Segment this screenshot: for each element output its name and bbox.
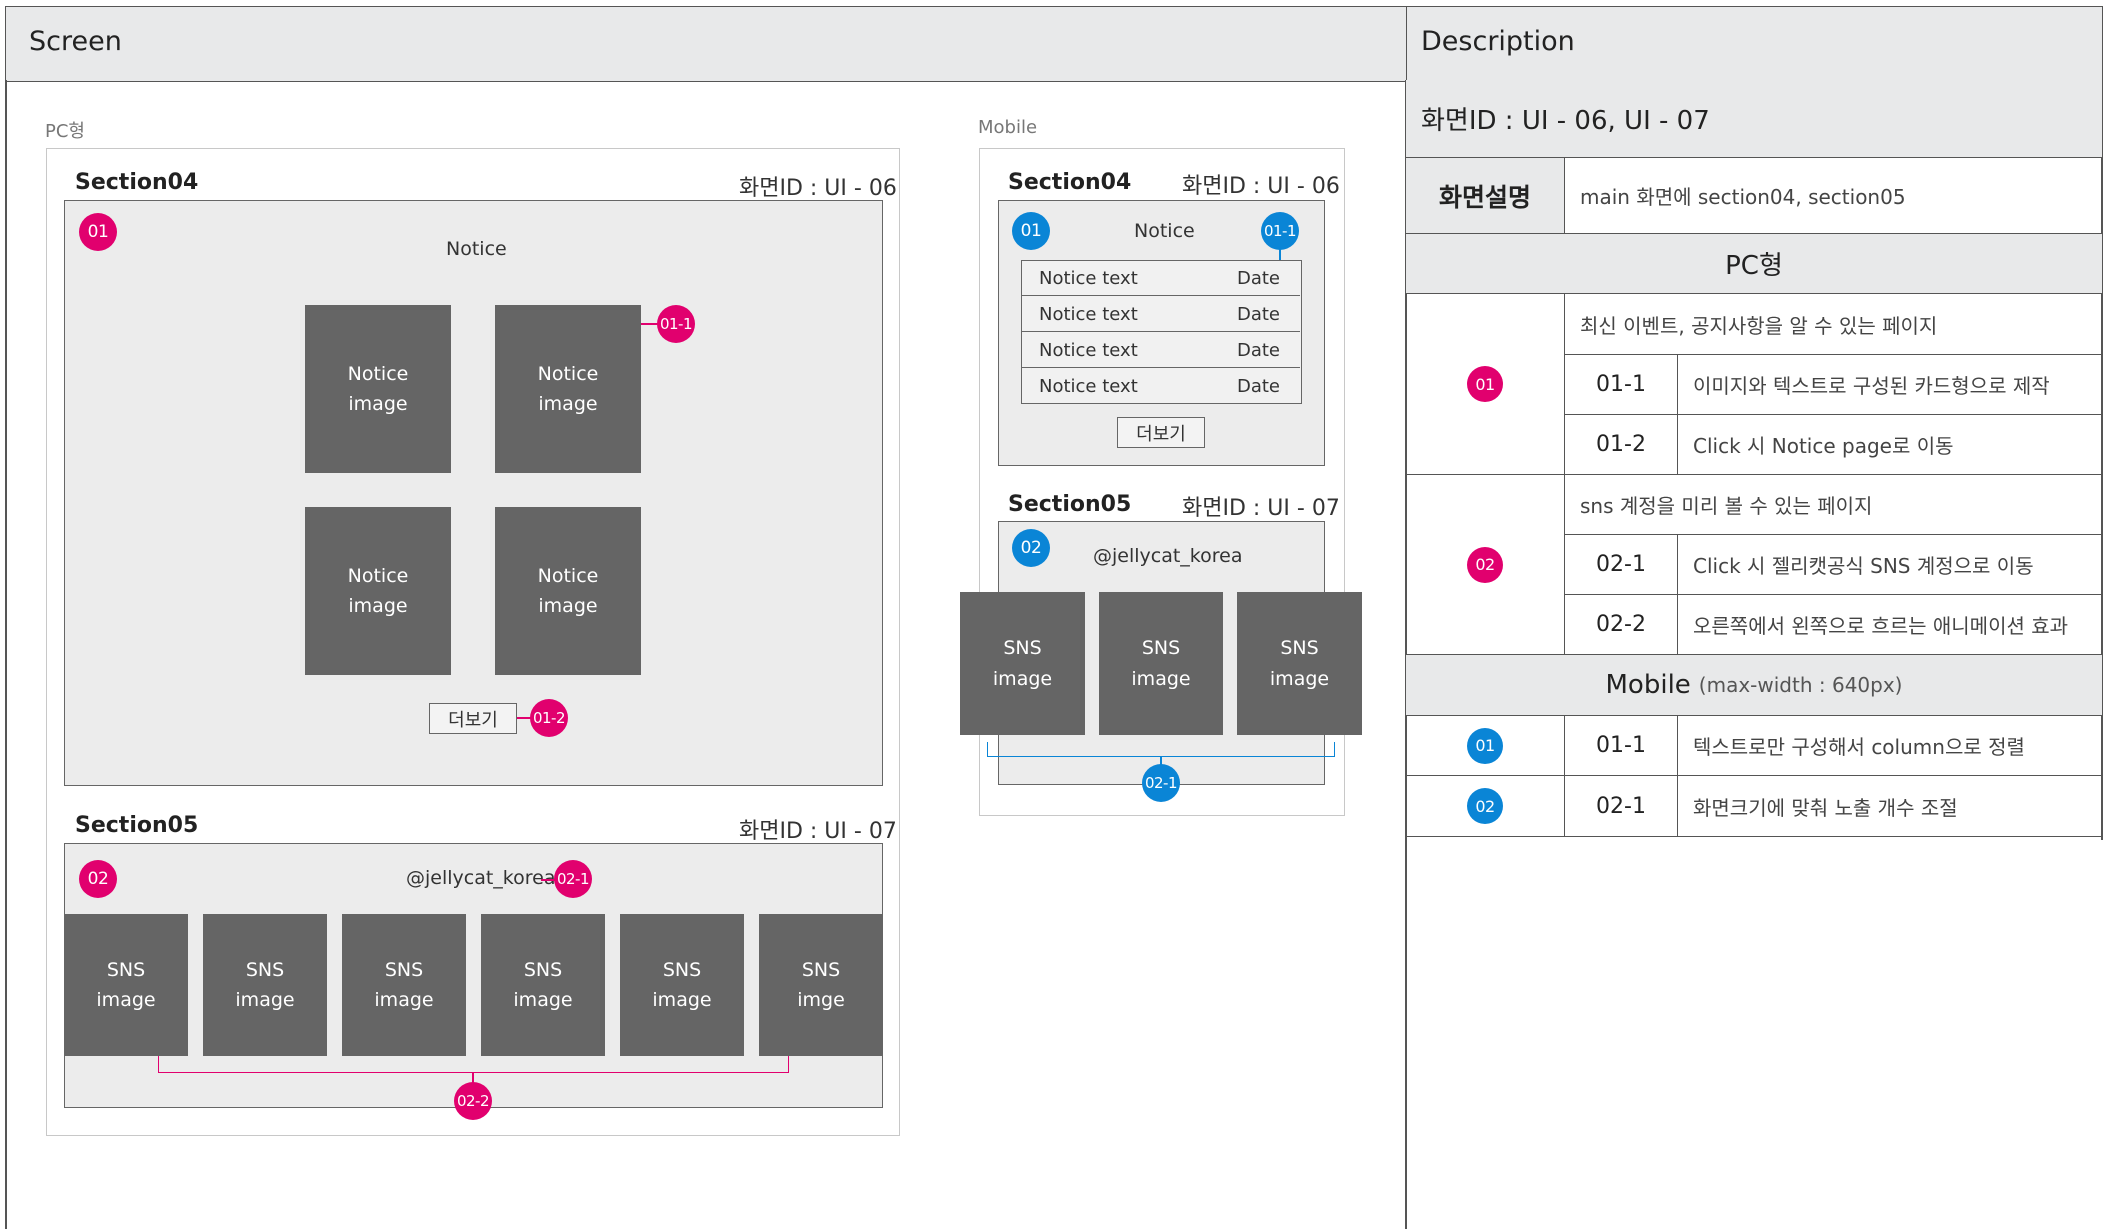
- desc-item-text: 텍스트로만 구성해서 column으로 정렬: [1678, 716, 2103, 776]
- mobile-notice-row[interactable]: Notice text Date: [1022, 333, 1300, 368]
- desc-item-id: 01-1: [1565, 355, 1678, 415]
- pc-sns-image[interactable]: SNS image: [620, 914, 744, 1056]
- frame-left: [5, 80, 7, 1229]
- mobile-sns-image[interactable]: SNS image: [1237, 592, 1362, 735]
- mobile-section04-title: Section04: [1008, 170, 1132, 195]
- mobile-section05-title: Section05: [1008, 492, 1132, 517]
- desc-badge-cell-02: 02: [1406, 475, 1565, 655]
- pc-sns-image[interactable]: SNS image: [481, 914, 605, 1056]
- pc-section04-title: Section04: [75, 170, 199, 195]
- pc-notice-title: Notice: [446, 238, 507, 260]
- description-header-label: Description: [1421, 26, 1575, 57]
- desc-item-text: 화면크기에 맞춰 노출 개수 조절: [1678, 776, 2103, 837]
- desc-mobile-badge-cell-02: 02: [1406, 776, 1565, 837]
- screen-header: [5, 6, 1407, 82]
- pc-notice-card[interactable]: Notice image: [305, 305, 451, 473]
- mobile-more-button[interactable]: 더보기: [1117, 417, 1205, 448]
- pc-sns-image[interactable]: SNS image: [342, 914, 466, 1056]
- pc-notice-card[interactable]: Notice image: [495, 507, 641, 675]
- pc-marker-02-1: 02-1: [554, 860, 592, 898]
- mobile-sns-account[interactable]: @jellycat_korea: [1093, 545, 1243, 567]
- pc-sns-account[interactable]: @jellycat_korea: [406, 867, 556, 889]
- desc-summary-01: 최신 이벤트, 공지사항을 알 수 있는 페이지: [1565, 294, 2103, 355]
- desc-marker-02: 02: [1467, 546, 1503, 583]
- wireframe-sheet: Screen Description PC형 Section04 화면ID : …: [0, 0, 2107, 1229]
- pc-sns-image[interactable]: SNS image: [203, 914, 327, 1056]
- pc-marker-02: 02: [79, 860, 117, 898]
- pc-more-button[interactable]: 더보기: [429, 703, 517, 734]
- pc-notice-panel: [64, 200, 883, 786]
- mobile-section04-screen-id: 화면ID : UI - 06: [1182, 174, 1340, 199]
- pc-section05-screen-id: 화면ID : UI - 07: [739, 819, 897, 844]
- pc-marker-01: 01: [79, 213, 117, 251]
- desc-item-id: 02-1: [1565, 776, 1678, 837]
- mobile-connector-02-1: [987, 742, 1335, 757]
- desc-badge-cell-01: 01: [1406, 294, 1565, 475]
- desc-screen-desc-label: 화면설명: [1406, 158, 1565, 234]
- pc-marker-02-2: 02-2: [454, 1082, 492, 1120]
- pc-marker-01-1: 01-1: [657, 305, 695, 343]
- pc-notice-card[interactable]: Notice image: [495, 305, 641, 473]
- pc-marker-01-2: 01-2: [530, 699, 568, 737]
- mobile-notice-row[interactable]: Notice text Date: [1022, 369, 1300, 403]
- pc-sns-image[interactable]: SNS imge: [759, 914, 883, 1056]
- desc-pc-heading: PC형: [1406, 234, 2103, 294]
- mobile-notice-row[interactable]: Notice text Date: [1022, 261, 1300, 296]
- screen-header-label: Screen: [29, 26, 122, 57]
- mobile-notice-row[interactable]: Notice text Date: [1022, 297, 1300, 332]
- desc-item-id: 02-1: [1565, 535, 1678, 595]
- mobile-sns-image[interactable]: SNS image: [960, 592, 1085, 735]
- desc-item-text: 오른쪽에서 왼쪽으로 흐르는 애니메이션 효과: [1678, 595, 2103, 655]
- mobile-notice-title: Notice: [1134, 220, 1195, 242]
- mobile-section05-screen-id: 화면ID : UI - 07: [1182, 496, 1340, 521]
- desc-mobile-marker-01: 01: [1467, 727, 1503, 764]
- desc-item-id: 01-1: [1565, 716, 1678, 776]
- desc-screen-id-row: 화면ID : UI - 06, UI - 07: [1406, 80, 2103, 158]
- mobile-label: Mobile: [978, 117, 1038, 138]
- desc-summary-02: sns 계정을 미리 볼 수 있는 페이지: [1565, 475, 2103, 535]
- desc-item-id: 01-2: [1565, 415, 1678, 475]
- pc-sns-image[interactable]: SNS image: [64, 914, 188, 1056]
- mobile-marker-02: 02: [1012, 529, 1050, 567]
- pc-section05-title: Section05: [75, 813, 199, 838]
- mobile-marker-02-1: 02-1: [1142, 764, 1180, 802]
- pc-label: PC형: [45, 121, 85, 142]
- desc-item-id: 02-2: [1565, 595, 1678, 655]
- desc-screen-desc-value: main 화면에 section04, section05: [1565, 158, 2103, 234]
- mobile-marker-01-1: 01-1: [1261, 212, 1299, 250]
- description-table: 화면ID : UI - 06, UI - 07 화면설명 main 화면에 se…: [1406, 80, 2103, 840]
- desc-item-text: 이미지와 텍스트로 구성된 카드형으로 제작: [1678, 355, 2103, 415]
- desc-item-text: Click 시 젤리캣공식 SNS 계정으로 이동: [1678, 535, 2103, 595]
- mobile-notice-list: Notice text Date Notice text Date Notice…: [1021, 260, 1302, 404]
- mobile-sns-image[interactable]: SNS image: [1099, 592, 1223, 735]
- desc-marker-01: 01: [1467, 366, 1503, 402]
- desc-mobile-marker-02: 02: [1467, 788, 1503, 824]
- desc-mobile-heading: Mobile (max-width : 640px): [1406, 655, 2103, 716]
- pc-notice-card[interactable]: Notice image: [305, 507, 451, 675]
- pc-connector-02-2: [158, 1056, 789, 1073]
- pc-section04-screen-id: 화면ID : UI - 06: [739, 176, 897, 201]
- mobile-marker-01: 01: [1012, 212, 1050, 250]
- desc-item-text: Click 시 Notice page로 이동: [1678, 415, 2103, 475]
- desc-mobile-badge-cell-01: 01: [1406, 716, 1565, 776]
